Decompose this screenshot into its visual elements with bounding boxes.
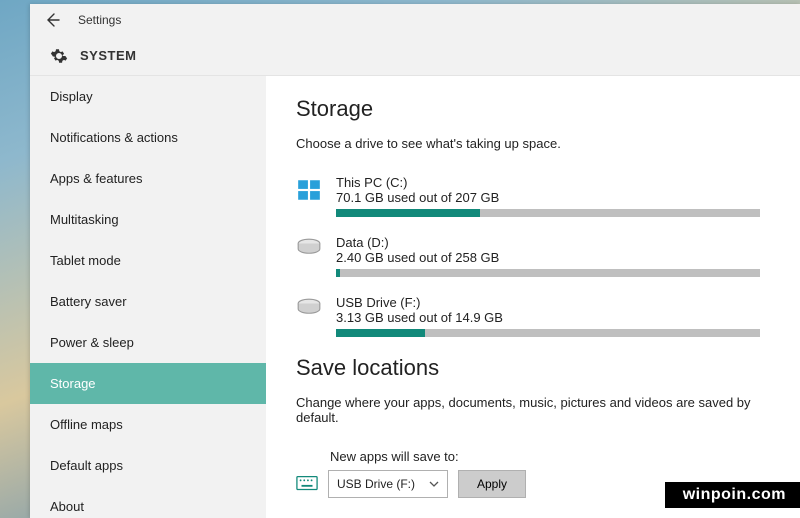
back-arrow-icon <box>44 12 60 28</box>
keyboard-icon <box>296 475 318 493</box>
save-locations-description: Change where your apps, documents, music… <box>296 395 760 425</box>
storage-heading: Storage <box>296 96 760 122</box>
save-to-label: New apps will save to: <box>330 449 760 464</box>
drive-usage: 70.1 GB used out of 207 GB <box>336 190 760 205</box>
sidebar-item-default-apps[interactable]: Default apps <box>30 445 266 486</box>
header: SYSTEM <box>30 36 800 76</box>
sidebar-item-multitasking[interactable]: Multitasking <box>30 199 266 240</box>
sidebar-item-apps-features[interactable]: Apps & features <box>30 158 266 199</box>
save-locations-heading: Save locations <box>296 355 760 381</box>
sidebar-item-offline-maps[interactable]: Offline maps <box>30 404 266 445</box>
chevron-down-icon <box>429 479 439 489</box>
drive-name: Data (D:) <box>336 235 760 250</box>
titlebar: Settings <box>30 4 800 36</box>
gear-icon <box>50 47 68 65</box>
sidebar-item-about[interactable]: About <box>30 486 266 518</box>
drive-name: This PC (C:) <box>336 175 760 190</box>
drive-row[interactable]: USB Drive (F:)3.13 GB used out of 14.9 G… <box>296 295 760 337</box>
select-value: USB Drive (F:) <box>337 477 415 491</box>
back-button[interactable] <box>40 8 64 32</box>
drive-usage-bar <box>336 329 760 337</box>
watermark: winpoin.com <box>665 482 800 508</box>
drive-row[interactable]: This PC (C:)70.1 GB used out of 207 GB <box>296 175 760 217</box>
header-title: SYSTEM <box>80 48 136 63</box>
sidebar-item-battery-saver[interactable]: Battery saver <box>30 281 266 322</box>
sidebar-item-storage[interactable]: Storage <box>30 363 266 404</box>
hdd-icon <box>296 237 322 263</box>
settings-window: Settings SYSTEM DisplayNotifications & a… <box>30 4 800 518</box>
hdd-icon <box>296 297 322 323</box>
titlebar-label: Settings <box>78 13 121 27</box>
storage-description: Choose a drive to see what's taking up s… <box>296 136 760 151</box>
drive-name: USB Drive (F:) <box>336 295 760 310</box>
drive-usage-bar <box>336 209 760 217</box>
sidebar-item-display[interactable]: Display <box>30 76 266 117</box>
save-location-select[interactable]: USB Drive (F:) <box>328 470 448 498</box>
main-content: Storage Choose a drive to see what's tak… <box>266 76 800 518</box>
drive-row[interactable]: Data (D:)2.40 GB used out of 258 GB <box>296 235 760 277</box>
sidebar: DisplayNotifications & actionsApps & fea… <box>30 76 266 518</box>
sidebar-item-notifications-actions[interactable]: Notifications & actions <box>30 117 266 158</box>
apply-button[interactable]: Apply <box>458 470 526 498</box>
drive-usage-bar <box>336 269 760 277</box>
windows-drive-icon <box>296 177 322 203</box>
sidebar-item-power-sleep[interactable]: Power & sleep <box>30 322 266 363</box>
drive-usage: 3.13 GB used out of 14.9 GB <box>336 310 760 325</box>
drive-usage: 2.40 GB used out of 258 GB <box>336 250 760 265</box>
sidebar-item-tablet-mode[interactable]: Tablet mode <box>30 240 266 281</box>
